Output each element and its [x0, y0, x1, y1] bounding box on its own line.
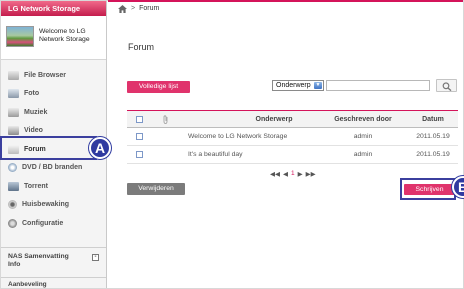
chevron-down-icon[interactable]: ▼	[314, 82, 322, 89]
sidebar-item-label: Video	[24, 127, 43, 135]
row-checkbox-cell	[136, 146, 143, 163]
row-checkbox-cell	[136, 128, 143, 145]
prev-page-icon[interactable]: ◀	[283, 170, 288, 178]
video-icon	[8, 126, 19, 136]
callout-a-highlight	[0, 136, 97, 160]
row-date: 2011.05.19	[416, 151, 450, 158]
row-checkbox[interactable]	[136, 133, 143, 140]
date-header[interactable]: Datum	[413, 111, 453, 127]
bottom-section-header[interactable]: Aanbeveling	[1, 277, 106, 288]
photo-icon	[8, 89, 19, 99]
breadcrumb-separator: >	[131, 5, 136, 12]
disc-icon	[8, 163, 17, 173]
gear-icon	[8, 218, 17, 228]
row-subject[interactable]: Welcome to LG Network Storage	[188, 128, 287, 145]
page-title: Forum	[128, 42, 155, 52]
table-row[interactable]: It's a beautiful day admin 2011.05.19	[127, 146, 458, 164]
paperclip-icon	[163, 114, 168, 124]
row-author: admin	[353, 133, 373, 140]
callout-b-highlight	[400, 178, 456, 200]
breadcrumb-current: Forum	[139, 5, 160, 12]
folder-icon	[8, 70, 19, 80]
sidebar-item-label: Torrent	[24, 182, 48, 190]
sidebar-item-muziek[interactable]: Muziek	[1, 103, 106, 122]
row-checkbox[interactable]	[136, 151, 143, 158]
first-page-icon[interactable]: ◀◀	[270, 170, 280, 178]
sidebar-item-label: DVD / BD branden	[22, 164, 83, 172]
sidebar-item-huisbewaking[interactable]: Huisbewaking	[1, 196, 106, 215]
attachment-header	[162, 111, 169, 127]
welcome-line-1: Welcome to LG	[39, 28, 86, 35]
search-field-value: Onderwerp	[276, 82, 311, 89]
sidebar-item-label: File Browser	[24, 71, 67, 79]
collapse-toggle-icon[interactable]: -	[92, 254, 99, 261]
home-icon[interactable]	[118, 4, 127, 13]
select-all-cell	[136, 111, 143, 127]
delete-button[interactable]: Verwijderen	[127, 183, 185, 195]
breadcrumb: > Forum	[108, 1, 463, 16]
last-page-icon[interactable]: ▶▶	[306, 170, 316, 178]
sidebar-item-torrent[interactable]: Torrent	[1, 177, 106, 196]
search-input[interactable]	[326, 80, 430, 91]
subject-header[interactable]: Onderwerp	[239, 111, 309, 127]
search-icon	[442, 82, 452, 91]
callout-a-badge: A	[89, 137, 111, 159]
sidebar-item-foto[interactable]: Foto	[1, 85, 106, 104]
pagination: ◀◀ ◀ 1 ▶ ▶▶	[270, 170, 316, 178]
sidebar-item-label: Foto	[24, 90, 40, 98]
full-list-button[interactable]: Volledige lijst	[127, 81, 190, 93]
row-date: 2011.05.19	[416, 133, 450, 140]
table-row[interactable]: Welcome to LG Network Storage admin 2011…	[127, 128, 458, 146]
torrent-icon	[8, 181, 19, 191]
forum-table: Onderwerp Geschreven door Datum Welcome …	[127, 110, 458, 164]
sidebar-item-label: Muziek	[24, 108, 48, 116]
search-button[interactable]	[436, 79, 457, 92]
music-icon	[8, 107, 19, 117]
nas-summary-subtitle: Info	[8, 261, 21, 268]
sidebar-item-dvd-bd[interactable]: DVD / BD branden	[1, 159, 106, 178]
camera-icon	[8, 200, 17, 210]
nas-summary-title: NAS Samenvatting	[8, 253, 69, 260]
welcome-panel: Welcome to LG Network Storage	[1, 16, 106, 60]
welcome-thumbnail	[6, 26, 34, 47]
brand-title: LG Network Storage	[1, 1, 106, 16]
welcome-text: Welcome to LG Network Storage	[39, 28, 90, 44]
row-subject[interactable]: It's a beautiful day	[188, 146, 243, 163]
sidebar-item-file-browser[interactable]: File Browser	[1, 66, 106, 85]
select-all-checkbox[interactable]	[136, 115, 143, 123]
welcome-line-2: Network Storage	[39, 36, 90, 43]
nas-summary-panel[interactable]: NAS Samenvatting Info -	[1, 247, 106, 274]
sidebar-item-configuratie[interactable]: Configuratie	[1, 214, 106, 233]
current-page[interactable]: 1	[291, 170, 295, 178]
search-field-select[interactable]: Onderwerp ▼	[272, 80, 324, 91]
sidebar-item-label: Configuratie	[22, 219, 64, 227]
table-header: Onderwerp Geschreven door Datum	[127, 110, 458, 128]
row-author: admin	[353, 151, 373, 158]
author-header[interactable]: Geschreven door	[333, 111, 393, 127]
next-page-icon[interactable]: ▶	[298, 170, 303, 178]
sidebar-item-label: Huisbewaking	[22, 201, 70, 209]
